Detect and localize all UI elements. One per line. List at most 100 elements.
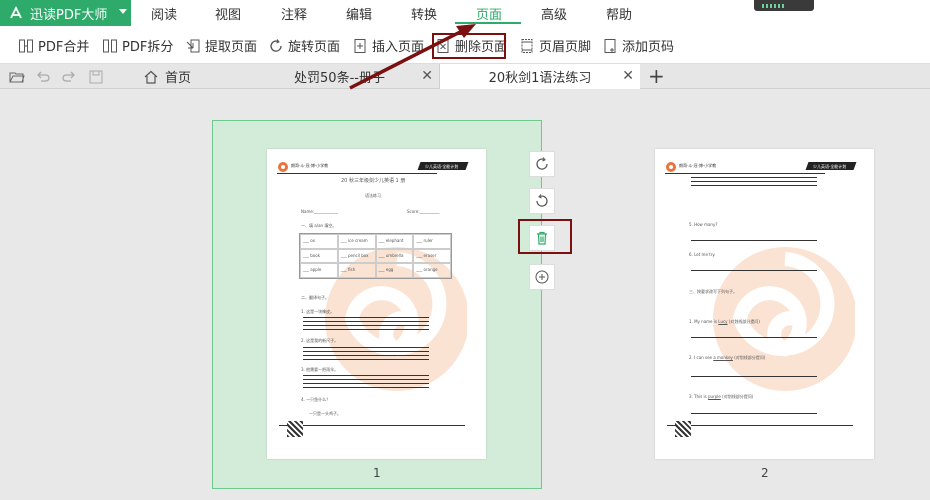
close-icon[interactable]: ✕ [421, 68, 433, 84]
header-rule [665, 173, 825, 174]
menu-help[interactable]: 帮助 [606, 4, 632, 23]
rewrite-2: 2. I can see a monkey (对划线部分提问) [689, 355, 766, 360]
tab-document-2[interactable]: 20秋剑1语法练习 ✕ [440, 64, 640, 89]
answer-line [691, 337, 817, 338]
answer-line [303, 351, 429, 352]
menu-edit[interactable]: 编辑 [346, 4, 372, 23]
header-rule [277, 173, 437, 174]
answer-line [691, 413, 817, 414]
name-field: Name:____________ [301, 209, 339, 214]
undo-icon[interactable] [35, 69, 51, 85]
section-2-heading: 二、翻译句子。 [301, 295, 329, 300]
tab-document-1[interactable]: 处罚50条--册子 ✕ [240, 64, 440, 89]
page-number-icon [604, 38, 616, 53]
rotate-clockwise-icon [536, 157, 548, 170]
answer-line [303, 347, 429, 348]
table-cell: ___ egg [375, 263, 414, 278]
page-number-1: 1 [373, 466, 381, 480]
table-cell: ___ pencil box [337, 248, 376, 264]
qr-code-icon [287, 421, 303, 437]
school-logo-icon [666, 162, 676, 172]
banner-text: 少儿英语·全能计划 [813, 164, 847, 169]
qr-code-icon [675, 421, 691, 437]
school-name: 朗哥·斗·冠·博·小学教 [679, 163, 717, 168]
question-3: 3. 他需要一把雨伞。 [301, 367, 339, 372]
insert-page-button[interactable]: 插入页面 [352, 36, 424, 55]
rotate-icon [270, 38, 282, 52]
pdf-split-button[interactable]: PDF拆分 [102, 36, 173, 55]
question-6: 6. Let me try. [689, 252, 716, 257]
page-thumbnail-2[interactable]: 朗哥·斗·冠·博·小学教 少儿英语·全能计划 5. How many? 6. L… [655, 149, 874, 459]
pdf-merge-button[interactable]: PDF合并 [18, 36, 89, 55]
page-number-2: 2 [761, 466, 769, 480]
tab-home[interactable]: 首页 [135, 64, 240, 89]
answer-line [691, 270, 817, 271]
chevron-down-icon[interactable] [119, 9, 127, 14]
rotate-page-button[interactable]: 旋转页面 [268, 36, 340, 55]
worksheet-subtitle: 语法练习 [365, 193, 381, 198]
window-control-widget[interactable] [754, 0, 814, 11]
rotate-counterclockwise-button[interactable] [529, 188, 555, 214]
header-footer-button[interactable]: 页眉页脚 [519, 36, 591, 55]
delete-page-highlight [432, 33, 506, 59]
insert-page-side-button[interactable] [529, 264, 555, 290]
rotate-clockwise-button[interactable] [529, 151, 555, 177]
section-1-heading: 一、填 a/an 填空。 [301, 223, 337, 228]
answer-line [303, 387, 429, 388]
school-name: 朗哥·斗·冠·博·小学教 [291, 163, 329, 168]
save-icon[interactable] [88, 69, 104, 85]
answer-line [303, 383, 429, 384]
menu-annotate[interactable]: 注释 [281, 4, 307, 23]
answer-line [303, 375, 429, 376]
table-cell: ___ fish [337, 263, 376, 278]
menu-advanced[interactable]: 高级 [541, 4, 567, 23]
answer-line [691, 240, 817, 241]
footer-rule [279, 425, 465, 426]
app-brand[interactable]: 迅读PDF大师 [0, 0, 131, 26]
table-cell: ___ book [300, 248, 338, 264]
menu-page[interactable]: 页面 [476, 4, 502, 23]
score-field: Score:__________ [407, 209, 440, 214]
open-folder-icon[interactable] [9, 69, 25, 85]
active-menu-underline [455, 22, 521, 24]
answer-line [303, 321, 429, 322]
split-icon [103, 39, 117, 52]
question-4: 4. 一只鱼什么？ [301, 397, 331, 402]
school-logo-icon [278, 162, 288, 172]
table-cell: ___ orange [413, 263, 451, 278]
answer-line [691, 177, 817, 178]
footer-rule [667, 425, 853, 426]
redo-icon[interactable] [61, 69, 77, 85]
header-footer-icon [521, 38, 533, 53]
table-cell: ___ apple [300, 263, 338, 278]
answer-line [303, 379, 429, 380]
banner-text: 少儿英语·全能计划 [425, 164, 459, 169]
answer-line [691, 181, 817, 182]
menu-read[interactable]: 阅读 [151, 4, 177, 23]
question-1: 1. 这是一块橡皮。 [301, 309, 335, 314]
worksheet-title: 20 秋三年级剑少儿英语 1 册 [341, 178, 406, 184]
page-thumbnail-1[interactable]: 朗哥·斗·冠·博·小学教 少儿英语·全能计划 20 秋三年级剑少儿英语 1 册 … [267, 149, 486, 459]
answer-line [303, 355, 429, 356]
home-icon [144, 70, 158, 84]
question-4-answer: 一只是一头鸡子。 [309, 411, 341, 416]
answer-line [691, 185, 817, 186]
add-tab-icon[interactable]: + [648, 66, 665, 86]
table-cell: ___ umbrella [375, 248, 414, 264]
extract-page-button[interactable]: 提取页面 [185, 36, 257, 55]
close-icon[interactable]: ✕ [622, 68, 634, 84]
table-cell: ___ ruler [413, 234, 451, 249]
table-cell: ___ ox [300, 234, 338, 249]
answer-line [303, 329, 429, 330]
answer-line [303, 317, 429, 318]
pdf-logo-icon [10, 5, 22, 19]
app-name: 迅读PDF大师 [30, 7, 108, 23]
question-2: 2. 这是我的新尺子。 [301, 338, 339, 343]
menu-convert[interactable]: 转换 [411, 4, 437, 23]
menu-view[interactable]: 视图 [215, 4, 241, 23]
question-5: 5. How many? [689, 222, 718, 227]
rotate-counterclockwise-icon [536, 194, 548, 207]
add-page-number-button[interactable]: 添加页码 [602, 36, 674, 55]
plus-circle-icon [535, 270, 549, 284]
extract-icon [186, 39, 200, 52]
